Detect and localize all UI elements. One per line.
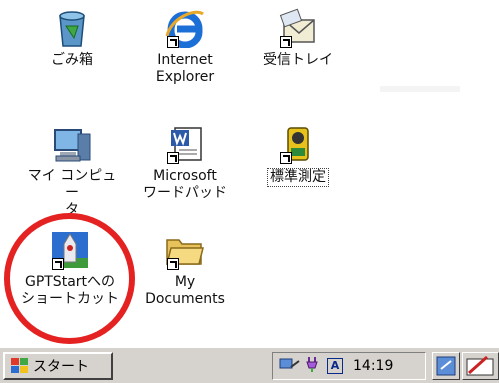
desktop-icon <box>436 356 456 376</box>
desktop-icon-label: My Documents <box>145 274 225 307</box>
desktop-icon-my-documents[interactable]: My Documents <box>135 230 235 308</box>
start-button[interactable]: スタート <box>3 352 113 380</box>
shortcut-arrow-icon <box>280 36 292 48</box>
internet-explorer-icon <box>165 8 205 49</box>
shortcut-arrow-icon <box>167 152 179 164</box>
folder-icon <box>165 230 205 270</box>
desktop-icon-label: 受信トレイ <box>263 52 333 68</box>
desktop-icon-internet-explorer[interactable]: Internet Explorer <box>135 8 235 86</box>
clock[interactable]: 14:19 <box>353 358 393 374</box>
input-panel-button[interactable] <box>462 352 499 380</box>
wordpad-icon <box>165 124 205 164</box>
keyboard-pen-icon <box>466 355 494 376</box>
shortcut-arrow-icon <box>52 258 64 270</box>
windows-flag-icon <box>11 358 29 374</box>
desktop-icon-label: ごみ箱 <box>51 52 93 68</box>
desktop-icon-my-computer[interactable]: マイ コンピュー タ <box>22 124 122 219</box>
desktop-icon-label: GPTStartへの ショートカット <box>21 274 119 307</box>
shortcut-arrow-icon <box>167 36 179 48</box>
power-plug-icon[interactable] <box>305 355 323 377</box>
network-icon[interactable] <box>279 355 301 377</box>
taskbar: スタート A 14:19 <box>0 346 499 383</box>
desktop-toggle-button[interactable] <box>432 352 460 380</box>
desktop-icon-label: Internet Explorer <box>155 52 215 85</box>
desktop-icon-standard-measurement[interactable]: 標準測定 <box>248 124 348 187</box>
desktop-icon-label: マイ コンピュー タ <box>27 168 117 218</box>
desktop-icon-inbox[interactable]: 受信トレイ <box>248 8 348 69</box>
screen-glare <box>380 86 460 92</box>
desktop-icon-gptstart-shortcut[interactable]: GPTStartへの ショートカット <box>20 230 120 308</box>
selected-label: 標準測定 <box>267 168 329 187</box>
shortcut-arrow-icon <box>280 152 292 164</box>
recycle-bin-icon <box>52 8 92 48</box>
desktop-icon-recycle-bin[interactable]: ごみ箱 <box>22 8 122 69</box>
shortcut-arrow-icon <box>167 258 179 270</box>
desktop-icon-label: 標準測定 <box>248 168 348 187</box>
gptstart-icon <box>50 230 90 270</box>
desktop-icon-wordpad[interactable]: Microsoft ワードパッド <box>135 124 235 202</box>
desktop: ごみ箱 Internet Explorer 受信トレイ マイ コンピュー タ M… <box>0 0 499 346</box>
my-computer-icon <box>52 124 92 164</box>
start-label: スタート <box>33 359 89 375</box>
input-mode-indicator[interactable]: A <box>327 358 343 374</box>
surveying-instrument-icon <box>278 124 318 164</box>
inbox-icon <box>278 8 318 48</box>
system-tray: A 14:19 <box>272 352 426 380</box>
desktop-icon-label: Microsoft ワードパッド <box>143 168 227 201</box>
